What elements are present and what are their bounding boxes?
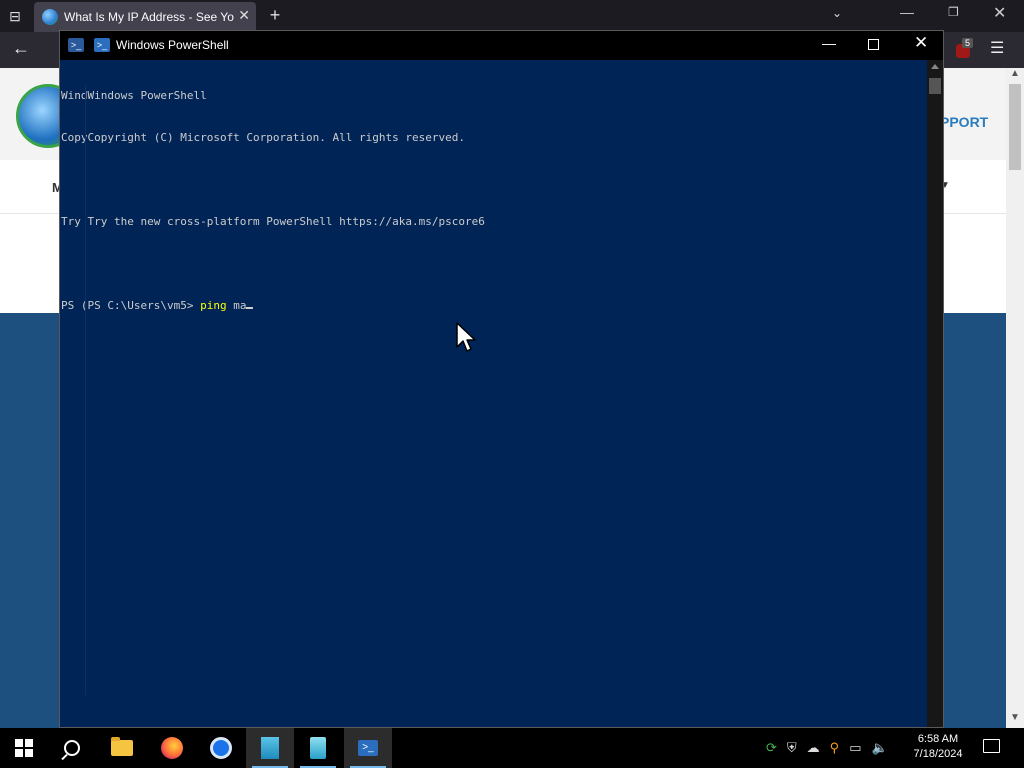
- browser-restore-button[interactable]: ❐: [948, 5, 959, 19]
- scroll-down-arrow-icon[interactable]: ▼: [1010, 712, 1020, 723]
- console-prompt: PS (PS C:\Users\vm5>: [61, 299, 201, 312]
- taskbar-app-building[interactable]: [246, 728, 294, 768]
- powershell-scrollbar-thumb[interactable]: [929, 78, 941, 94]
- powershell-window: >_ >_ Windows PowerShell — ✕ WindWindows…: [59, 30, 944, 728]
- cloud-offline-icon[interactable]: ☁: [807, 740, 820, 756]
- powershell-scrollbar[interactable]: [927, 60, 943, 727]
- clock-date: 7/18/2024: [913, 748, 963, 760]
- console-command: ping: [200, 299, 227, 312]
- page-scrollbar-thumb[interactable]: [1009, 84, 1021, 170]
- sync-icon[interactable]: ⟳: [766, 740, 777, 756]
- speaker-muted-icon[interactable]: 🔈: [872, 740, 888, 756]
- browser-minimize-button[interactable]: —: [900, 4, 914, 20]
- scroll-up-arrow-icon[interactable]: ▲: [1010, 68, 1020, 79]
- back-arrow-icon[interactable]: ←: [12, 38, 30, 59]
- hamburger-menu-icon[interactable]: ☰: [990, 38, 1004, 58]
- tab-overview-icon[interactable]: ⊟: [4, 6, 26, 26]
- text-cursor: [246, 307, 254, 309]
- powershell-close-button[interactable]: ✕: [914, 33, 928, 53]
- browser-tab-title: What Is My IP Address - See Your: [64, 10, 234, 24]
- taskbar-app-building-2[interactable]: [294, 728, 342, 768]
- console-guide-line: [85, 85, 86, 695]
- extension-badge: 5: [962, 38, 974, 48]
- powershell-maximize-button[interactable]: [868, 39, 879, 50]
- building-app-icon: [261, 737, 279, 759]
- taskbar: >_ ⟳ ⛨ ☁ ⚲ ▭ 🔈 6:58 AM 7/18/2024: [0, 728, 1024, 768]
- building-app-icon: [310, 737, 326, 759]
- powershell-titlebar[interactable]: >_ >_ Windows PowerShell — ✕: [60, 31, 943, 60]
- taskbar-file-explorer[interactable]: [98, 728, 146, 768]
- powershell-icon: >_: [358, 740, 378, 756]
- powershell-icon[interactable]: >_: [94, 38, 110, 52]
- taskbar-firefox[interactable]: [148, 728, 196, 768]
- console-line: CopyCopyright (C) Microsoft Corporation.…: [61, 131, 465, 144]
- network-icon[interactable]: ▭: [849, 740, 861, 756]
- taskbar-powershell[interactable]: >_: [344, 728, 392, 768]
- powershell-ghost-icon: >_: [68, 38, 84, 52]
- scroll-up-arrow-icon[interactable]: [931, 64, 939, 69]
- security-shield-icon[interactable]: ⛨: [787, 740, 797, 756]
- new-tab-button[interactable]: +: [264, 4, 286, 26]
- taskbar-clock[interactable]: 6:58 AM 7/18/2024: [904, 732, 972, 762]
- folder-icon: [111, 737, 133, 756]
- chevron-down-icon[interactable]: ⌄: [832, 6, 842, 20]
- console-argument: ma: [233, 299, 247, 312]
- taskbar-search-button[interactable]: [48, 728, 96, 768]
- mouse-pointer-icon: [456, 322, 476, 352]
- globe-favicon-icon: [42, 9, 58, 25]
- windows-logo-icon: [15, 739, 33, 757]
- taskbar-chrome[interactable]: [197, 728, 245, 768]
- tab-close-icon[interactable]: ✕: [238, 7, 250, 24]
- nav-support-link[interactable]: PPORT: [940, 114, 988, 130]
- browser-close-button[interactable]: ✕: [993, 3, 1006, 23]
- magnifier-tray-icon[interactable]: ⚲: [830, 740, 840, 756]
- system-tray: ⟳ ⛨ ☁ ⚲ ▭ 🔈: [766, 728, 898, 768]
- powershell-window-title: Windows PowerShell: [116, 38, 229, 52]
- console-input-line[interactable]: PS (PS C:\Users\vm5> ping ma: [61, 299, 927, 313]
- start-button[interactable]: [0, 728, 48, 768]
- firefox-icon: [161, 737, 183, 759]
- powershell-minimize-button[interactable]: —: [822, 35, 836, 51]
- powershell-console[interactable]: WindWindows PowerShell CopyCopyright (C)…: [60, 60, 927, 727]
- clock-time: 6:58 AM: [917, 733, 959, 745]
- search-icon: [64, 740, 80, 756]
- browser-tab[interactable]: What Is My IP Address - See Your ✕: [34, 2, 256, 32]
- notification-center-icon[interactable]: [983, 739, 1000, 753]
- browser-tab-bar: ⊟ What Is My IP Address - See Your ✕ + ⌄…: [0, 0, 1024, 32]
- console-line: Try Try the new cross-platform PowerShel…: [61, 215, 485, 228]
- console-line: WindWindows PowerShell: [61, 89, 207, 102]
- page-scrollbar[interactable]: ▲ ▼: [1006, 68, 1024, 728]
- extension-button[interactable]: 5: [954, 38, 974, 58]
- chrome-icon: [210, 737, 232, 759]
